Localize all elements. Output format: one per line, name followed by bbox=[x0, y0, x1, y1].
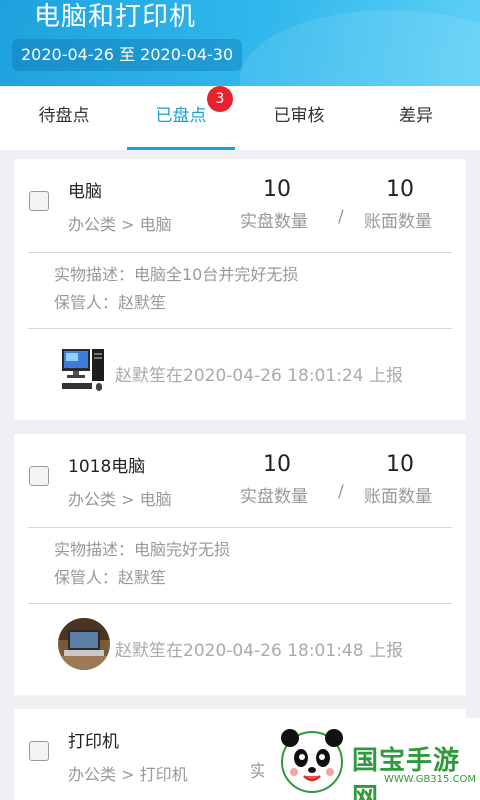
watermark: 国宝手游网 WWW.GB315.COM bbox=[264, 718, 480, 800]
actual-count-label: 实盘数量 bbox=[240, 212, 308, 232]
page-title: 电脑和打印机 bbox=[34, 2, 197, 32]
divider bbox=[28, 527, 452, 528]
divider bbox=[28, 603, 452, 604]
actual-count: 10 bbox=[263, 452, 291, 477]
tab-bar: 待盘点 已盘点 3 已审核 差异 bbox=[0, 86, 480, 150]
item-custodian: 保管人：赵默笙 bbox=[54, 568, 167, 587]
item-description: 实物描述：电脑全10台并完好无损 bbox=[54, 265, 299, 284]
item-category: 办公类 > 电脑 bbox=[68, 215, 172, 234]
panda-logo-icon bbox=[281, 729, 343, 793]
book-count-label: 账面数量 bbox=[364, 212, 432, 232]
select-checkbox[interactable] bbox=[29, 191, 49, 211]
item-name: 1018电脑 bbox=[68, 457, 146, 477]
app-header: 电脑和打印机 2020-04-26 至 2020-04-30 bbox=[0, 0, 480, 86]
count-separator: / bbox=[338, 207, 344, 227]
report-info: 赵默笙在2020-04-26 18:01:48 上报 bbox=[115, 641, 403, 661]
item-custodian: 保管人：赵默笙 bbox=[54, 293, 167, 312]
item-name: 电脑 bbox=[68, 182, 102, 202]
select-checkbox[interactable] bbox=[29, 466, 49, 486]
divider bbox=[28, 328, 452, 329]
date-range[interactable]: 2020-04-26 至 2020-04-30 bbox=[12, 39, 243, 71]
actual-count: 10 bbox=[263, 177, 291, 202]
item-category: 办公类 > 电脑 bbox=[68, 490, 172, 509]
watermark-url: WWW.GB315.COM bbox=[384, 774, 477, 785]
select-checkbox[interactable] bbox=[29, 741, 49, 761]
laptop-photo-icon[interactable] bbox=[58, 618, 110, 670]
book-count: 10 bbox=[386, 177, 414, 202]
active-tab-indicator bbox=[127, 147, 235, 150]
inventory-card[interactable]: 电脑 办公类 > 电脑 10 10 实盘数量 / 账面数量 实物描述：电脑全10… bbox=[14, 159, 466, 420]
count-separator: / bbox=[338, 482, 344, 502]
tab-difference[interactable]: 差异 bbox=[356, 86, 476, 150]
tab-reviewed[interactable]: 已审核 bbox=[239, 86, 359, 150]
book-count-label: 账面数量 bbox=[364, 487, 432, 507]
item-category: 办公类 > 打印机 bbox=[68, 765, 188, 784]
watermark-text: 国宝手游网 bbox=[352, 746, 461, 800]
tab-pending[interactable]: 待盘点 bbox=[4, 86, 124, 150]
report-info: 赵默笙在2020-04-26 18:01:24 上报 bbox=[115, 366, 403, 386]
desktop-computer-icon[interactable] bbox=[58, 343, 110, 395]
item-description: 实物描述：电脑完好无损 bbox=[54, 540, 231, 559]
item-name: 打印机 bbox=[68, 732, 119, 752]
divider bbox=[28, 252, 452, 253]
actual-count-label: 实盘数量 bbox=[240, 487, 308, 507]
book-count: 10 bbox=[386, 452, 414, 477]
inventory-card[interactable]: 1018电脑 办公类 > 电脑 10 10 实盘数量 / 账面数量 实物描述：电… bbox=[14, 434, 466, 695]
counted-count-badge: 3 bbox=[207, 86, 233, 112]
